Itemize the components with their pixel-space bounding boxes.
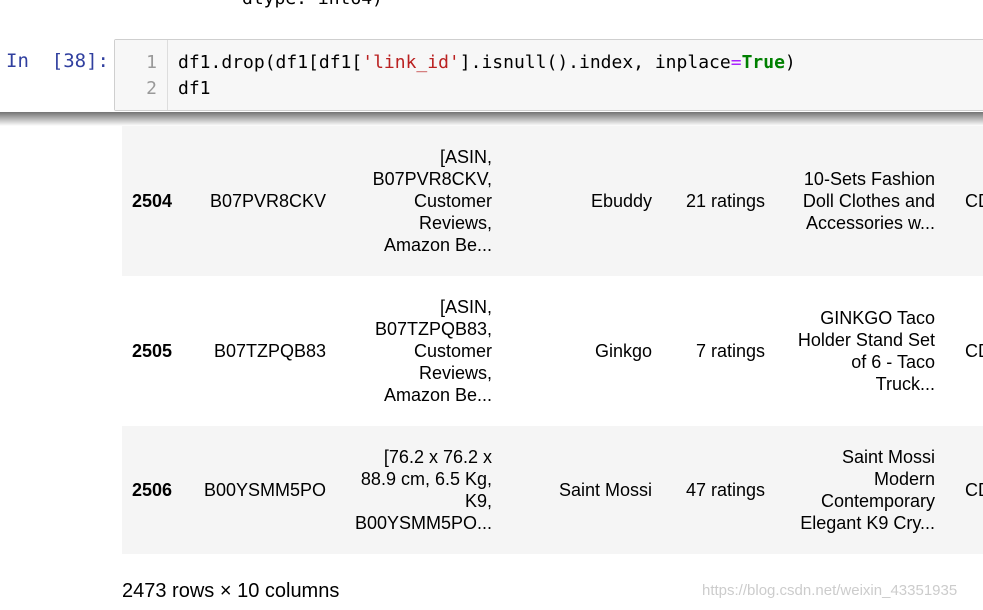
cell-line: Saint Mossi	[841, 447, 935, 467]
code-token: ].isnull().index, inplace	[459, 52, 731, 73]
next-column-cell: CD	[965, 191, 983, 211]
cell-line: [76.2 x 76.2 x	[383, 447, 492, 467]
dataframe-output: 2504 B07PVR8CKV [ASIN, B07PVR8CKV, Custo…	[122, 126, 983, 558]
cell-line: [ASIN,	[439, 297, 492, 317]
row-index: 2506	[132, 480, 173, 500]
details-cell: [ASIN, B07PVR8CKV, Customer Reviews, Ama…	[336, 126, 492, 276]
title-cell: GINKGO Taco Holder Stand Set of 6 - Taco…	[775, 276, 935, 426]
code-token: )	[784, 52, 796, 73]
cell-line: [ASIN,	[439, 147, 492, 167]
asin-cell: B07PVR8CKV	[209, 191, 326, 211]
code-operator-token: =	[730, 52, 742, 73]
cell-line: Elegant K9 Cry...	[800, 513, 935, 533]
title-cell: Saint Mossi Modern Contemporary Elegant …	[775, 426, 935, 554]
cell-line: B00YSMM5PO...	[354, 513, 492, 533]
table-row: 2504 B07PVR8CKV [ASIN, B07PVR8CKV, Custo…	[122, 126, 983, 276]
dataframe-shape-footer: 2473 rows × 10 columns	[122, 580, 340, 602]
line-number-gutter: 1 2	[115, 40, 168, 110]
cell-line: of 6 - Taco	[851, 352, 935, 372]
next-column-cell: CD	[965, 341, 983, 361]
line-number: 1	[146, 52, 157, 73]
ratings-cell: 21 ratings	[685, 191, 765, 211]
cell-line: Modern	[873, 469, 935, 489]
previous-output: dtype: int64)	[0, 0, 983, 20]
asin-cell: B07TZPQB83	[213, 341, 326, 361]
cell-line: 88.9 cm, 6.5 Kg,	[360, 469, 492, 489]
asin-cell: B00YSMM5PO	[203, 480, 326, 500]
next-column-cell: CD	[965, 480, 983, 500]
cell-shadow-divider	[0, 112, 983, 126]
line-number: 2	[146, 78, 157, 99]
table-row: 2506 B00YSMM5PO [76.2 x 76.2 x 88.9 cm, …	[122, 426, 983, 554]
cell-line: Customer	[413, 191, 492, 211]
code-editor[interactable]: 1 2 df1.drop(df1[df1['link_id'].isnull()…	[114, 39, 983, 111]
cell-line: Holder Stand Set	[797, 330, 935, 350]
cell-line: B07TZPQB83,	[374, 319, 492, 339]
ratings-cell: 7 ratings	[695, 341, 765, 361]
cell-line: B07PVR8CKV,	[372, 169, 492, 189]
details-cell: [ASIN, B07TZPQB83, Customer Reviews, Ama…	[336, 276, 492, 426]
cell-line: Truck...	[875, 374, 935, 394]
code-token: df1.drop(df1[df1[	[178, 52, 363, 73]
cell-line: 10-Sets Fashion	[803, 169, 935, 189]
watermark-text: https://blog.csdn.net/weixin_43351935	[702, 582, 958, 599]
cell-line: Contemporary	[820, 491, 935, 511]
code-keyword-token: True	[741, 52, 785, 73]
cell-line: GINKGO Taco	[820, 308, 935, 328]
brand-cell: Saint Mossi	[558, 480, 652, 500]
previous-output-text: dtype: int64)	[242, 0, 383, 9]
row-index: 2504	[132, 191, 173, 211]
title-cell: 10-Sets Fashion Doll Clothes and Accesso…	[775, 126, 935, 276]
input-prompt: In [38]:	[6, 50, 109, 72]
cell-line: Customer	[413, 341, 492, 361]
row-index: 2505	[132, 341, 173, 361]
brand-cell: Ebuddy	[590, 191, 652, 211]
cell-line: Reviews,	[418, 363, 492, 383]
code-string-token: 'link_id'	[362, 52, 460, 73]
table-row: 2505 B07TZPQB83 [ASIN, B07TZPQB83, Custo…	[122, 276, 983, 426]
cell-line: Amazon Be...	[383, 385, 492, 405]
cell-line: K9,	[464, 491, 492, 511]
brand-cell: Ginkgo	[594, 341, 652, 361]
cell-line: Amazon Be...	[383, 235, 492, 255]
details-cell: [76.2 x 76.2 x 88.9 cm, 6.5 Kg, K9, B00Y…	[336, 426, 492, 554]
code-line-1: df1.drop(df1[df1['link_id'].isnull().ind…	[178, 52, 796, 73]
cell-line: Reviews,	[418, 213, 492, 233]
code-line-2: df1	[178, 78, 211, 99]
code-cell[interactable]: In [38]: 1 2 df1.drop(df1[df1['link_id']…	[0, 36, 983, 114]
ratings-cell: 47 ratings	[685, 480, 765, 500]
cell-line: Accessories w...	[805, 213, 935, 233]
cell-line: Doll Clothes and	[802, 191, 935, 211]
